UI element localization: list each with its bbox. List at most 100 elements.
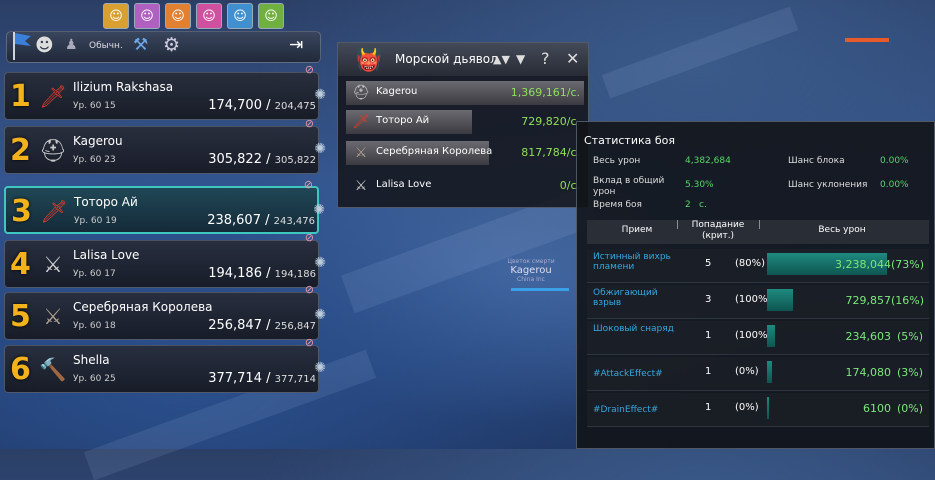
meter-row-name: Тоторо Ай <box>376 115 430 126</box>
gear-status-icon[interactable]: ✺ <box>314 255 326 271</box>
member-level: Ур. 60 23 <box>73 155 116 165</box>
skill-damage-percent: (0%) <box>896 402 923 415</box>
damage-share-bar <box>767 361 772 383</box>
leave-party-icon[interactable]: ⇥ <box>289 35 303 55</box>
party-leader-icon[interactable]: ☻ <box>35 35 54 56</box>
member-hp: 238,607 / 243,476 <box>207 213 315 228</box>
party-slot-number: 1 <box>10 79 31 114</box>
member-hp: 256,847 / 256,847 <box>208 318 316 333</box>
meter-row-dps: 817,784/с. <box>521 146 580 159</box>
skill-hits: 1 <box>705 330 712 341</box>
gear-status-icon[interactable]: ✺ <box>314 87 326 103</box>
blade-icon: ⚔ <box>43 252 63 278</box>
skill-row[interactable]: Шоковый снаряд 1 (100%) 234,603 (5%) <box>587 321 929 355</box>
party-member[interactable]: 5 ⚔ Серебряная Королева Ур. 60 18 256,84… <box>4 283 326 340</box>
skill-hits: 3 <box>705 294 712 305</box>
member-hp: 194,186 / 194,186 <box>208 266 316 281</box>
skill-crit: (0%) <box>735 402 759 413</box>
party-member[interactable]: 6 🔨 Shella Ур. 60 25 377,714 / 377,714 ✺… <box>4 336 326 393</box>
buff-bar: ☺ ☺ ☺ ☺ ☺ ☺ <box>103 3 284 29</box>
meter-row[interactable]: ⛑ Kagerou 1,369,161/с. <box>346 81 584 105</box>
meter-row[interactable]: ⚔ Серебряная Королева 817,784/с. <box>346 141 584 165</box>
no-chat-icon[interactable]: ⊘ <box>305 231 314 244</box>
member-level: Ур. 60 17 <box>73 269 116 279</box>
block-chance-value: 0.00% <box>880 156 909 166</box>
member-level: Ур. 60 18 <box>73 321 116 331</box>
col-skill[interactable]: Прием <box>607 225 667 235</box>
crossed-axes-icon: ⚔ <box>43 304 63 330</box>
meter-row[interactable]: ⚔ Lalisa Love 0/с. <box>346 174 584 198</box>
col-hits-crit-label: (крит.) <box>701 231 735 241</box>
no-chat-icon[interactable]: ⊘ <box>305 117 314 130</box>
member-name: Kagerou <box>73 134 123 148</box>
member-level: Ур. 60 25 <box>73 374 116 384</box>
buff-spiral-icon[interactable]: ☺ <box>103 3 129 29</box>
col-hits[interactable]: Попадание (крит.) <box>683 220 753 242</box>
loot-mode-label[interactable]: Обычн. <box>89 41 123 51</box>
skill-row[interactable]: #AttackEffect# 1 (0%) 174,080 (3%) <box>587 357 929 391</box>
no-chat-icon[interactable]: ⊘ <box>305 283 314 296</box>
skill-damage-percent: (5%) <box>896 330 923 343</box>
helmet-icon: ⛑ <box>352 85 370 101</box>
skill-row[interactable]: #DrainEffect# 1 (0%) 6100 (0%) <box>587 393 929 427</box>
gear-icon[interactable]: ⚙ <box>163 34 180 56</box>
buff-face-purple-icon[interactable]: ☺ <box>134 3 160 29</box>
skills-table-header: Прием | Попадание (крит.) | Весь урон <box>587 220 929 244</box>
no-chat-icon[interactable]: ⊘ <box>304 178 313 191</box>
nameplate-health-bar <box>511 288 569 291</box>
party-member[interactable]: 3 🗡 Тоторо Ай Ур. 60 19 238,607 / 243,47… <box>4 178 325 234</box>
block-chance-label: Шанс блока <box>788 156 845 166</box>
nameplate-guild: China Inc <box>517 276 545 283</box>
skill-damage-percent: (73%) <box>891 258 925 271</box>
enemy-health-bar <box>845 38 889 42</box>
skill-damage: 234,603 <box>845 330 892 343</box>
crossed-axes-icon: ⚔ <box>354 145 368 161</box>
skill-row[interactable]: Обжигающий взрыв 3 (100%) 729,857 (16%) <box>587 285 929 319</box>
member-name: Серебряная Королева <box>73 300 213 314</box>
party-members-icon[interactable]: ♟ <box>65 37 78 53</box>
damage-share-bar <box>767 397 769 419</box>
no-chat-icon[interactable]: ⊘ <box>305 336 314 349</box>
no-chat-icon[interactable]: ⊘ <box>305 63 314 76</box>
col-damage[interactable]: Весь урон <box>787 225 897 235</box>
skill-crit: (0%) <box>735 366 759 377</box>
contribution-label: Вклад в общий урон <box>593 176 665 197</box>
gear-status-icon[interactable]: ✺ <box>314 141 326 157</box>
skill-name: Истинный вихрь пламени <box>593 252 671 272</box>
member-level: Ур. 60 15 <box>73 101 116 111</box>
background-ice <box>601 6 799 99</box>
buff-face-orange-icon[interactable]: ☺ <box>165 3 191 29</box>
skill-damage-percent: (16%) <box>891 294 925 307</box>
helmet-icon: ⛑ <box>39 138 67 164</box>
sort-arrows-icon[interactable]: ▲▼ <box>493 53 510 66</box>
flame-sword-icon: 🗡 <box>352 114 370 130</box>
close-icon[interactable]: ✕ <box>566 49 579 68</box>
skill-crit: (80%) <box>735 258 766 269</box>
meter-row[interactable]: 🗡 Тоторо Ай 729,820/с. <box>346 110 584 134</box>
party-flag-icon[interactable] <box>11 30 33 62</box>
meter-row-name: Серебряная Королева <box>376 146 493 157</box>
member-hp: 174,700 / 204,475 <box>208 98 316 113</box>
gear-status-icon[interactable]: ✺ <box>314 360 326 376</box>
meter-header[interactable]: 👹 Морской дьявол ▲▼ ▼ ? ✕ <box>338 43 588 76</box>
skill-damage: 729,857 <box>845 294 892 307</box>
buff-face-green-icon[interactable]: ☺ <box>258 3 284 29</box>
dropdown-arrow-icon[interactable]: ▼ <box>516 52 525 66</box>
hammer-icon[interactable]: ⚒ <box>133 35 148 55</box>
buff-face-pink-icon[interactable]: ☺ <box>196 3 222 29</box>
meter-row-name: Lalisa Love <box>376 179 432 190</box>
col-divider: | <box>757 220 762 230</box>
party-member[interactable]: 4 ⚔ Lalisa Love Ур. 60 17 194,186 / 194,… <box>4 231 326 288</box>
damage-share-bar <box>767 325 775 347</box>
party-member[interactable]: 1 🗡 Ilizium Rakshasa Ур. 60 15 174,700 /… <box>4 63 326 120</box>
member-hp: 305,822 / 305,822 <box>208 152 316 167</box>
member-name: Lalisa Love <box>73 248 140 262</box>
gear-status-icon[interactable]: ✺ <box>313 202 325 218</box>
skill-row[interactable]: Истинный вихрь пламени 5 (80%) 3,238,044… <box>587 249 929 283</box>
buff-face-blue-icon[interactable]: ☺ <box>227 3 253 29</box>
meter-row-name: Kagerou <box>376 86 418 97</box>
gear-status-icon[interactable]: ✺ <box>314 307 326 323</box>
skill-damage: 3,238,044 <box>835 258 891 271</box>
party-member[interactable]: 2 ⛑ Kagerou Ур. 60 23 305,822 / 305,822 … <box>4 117 326 174</box>
help-icon[interactable]: ? <box>541 49 550 68</box>
